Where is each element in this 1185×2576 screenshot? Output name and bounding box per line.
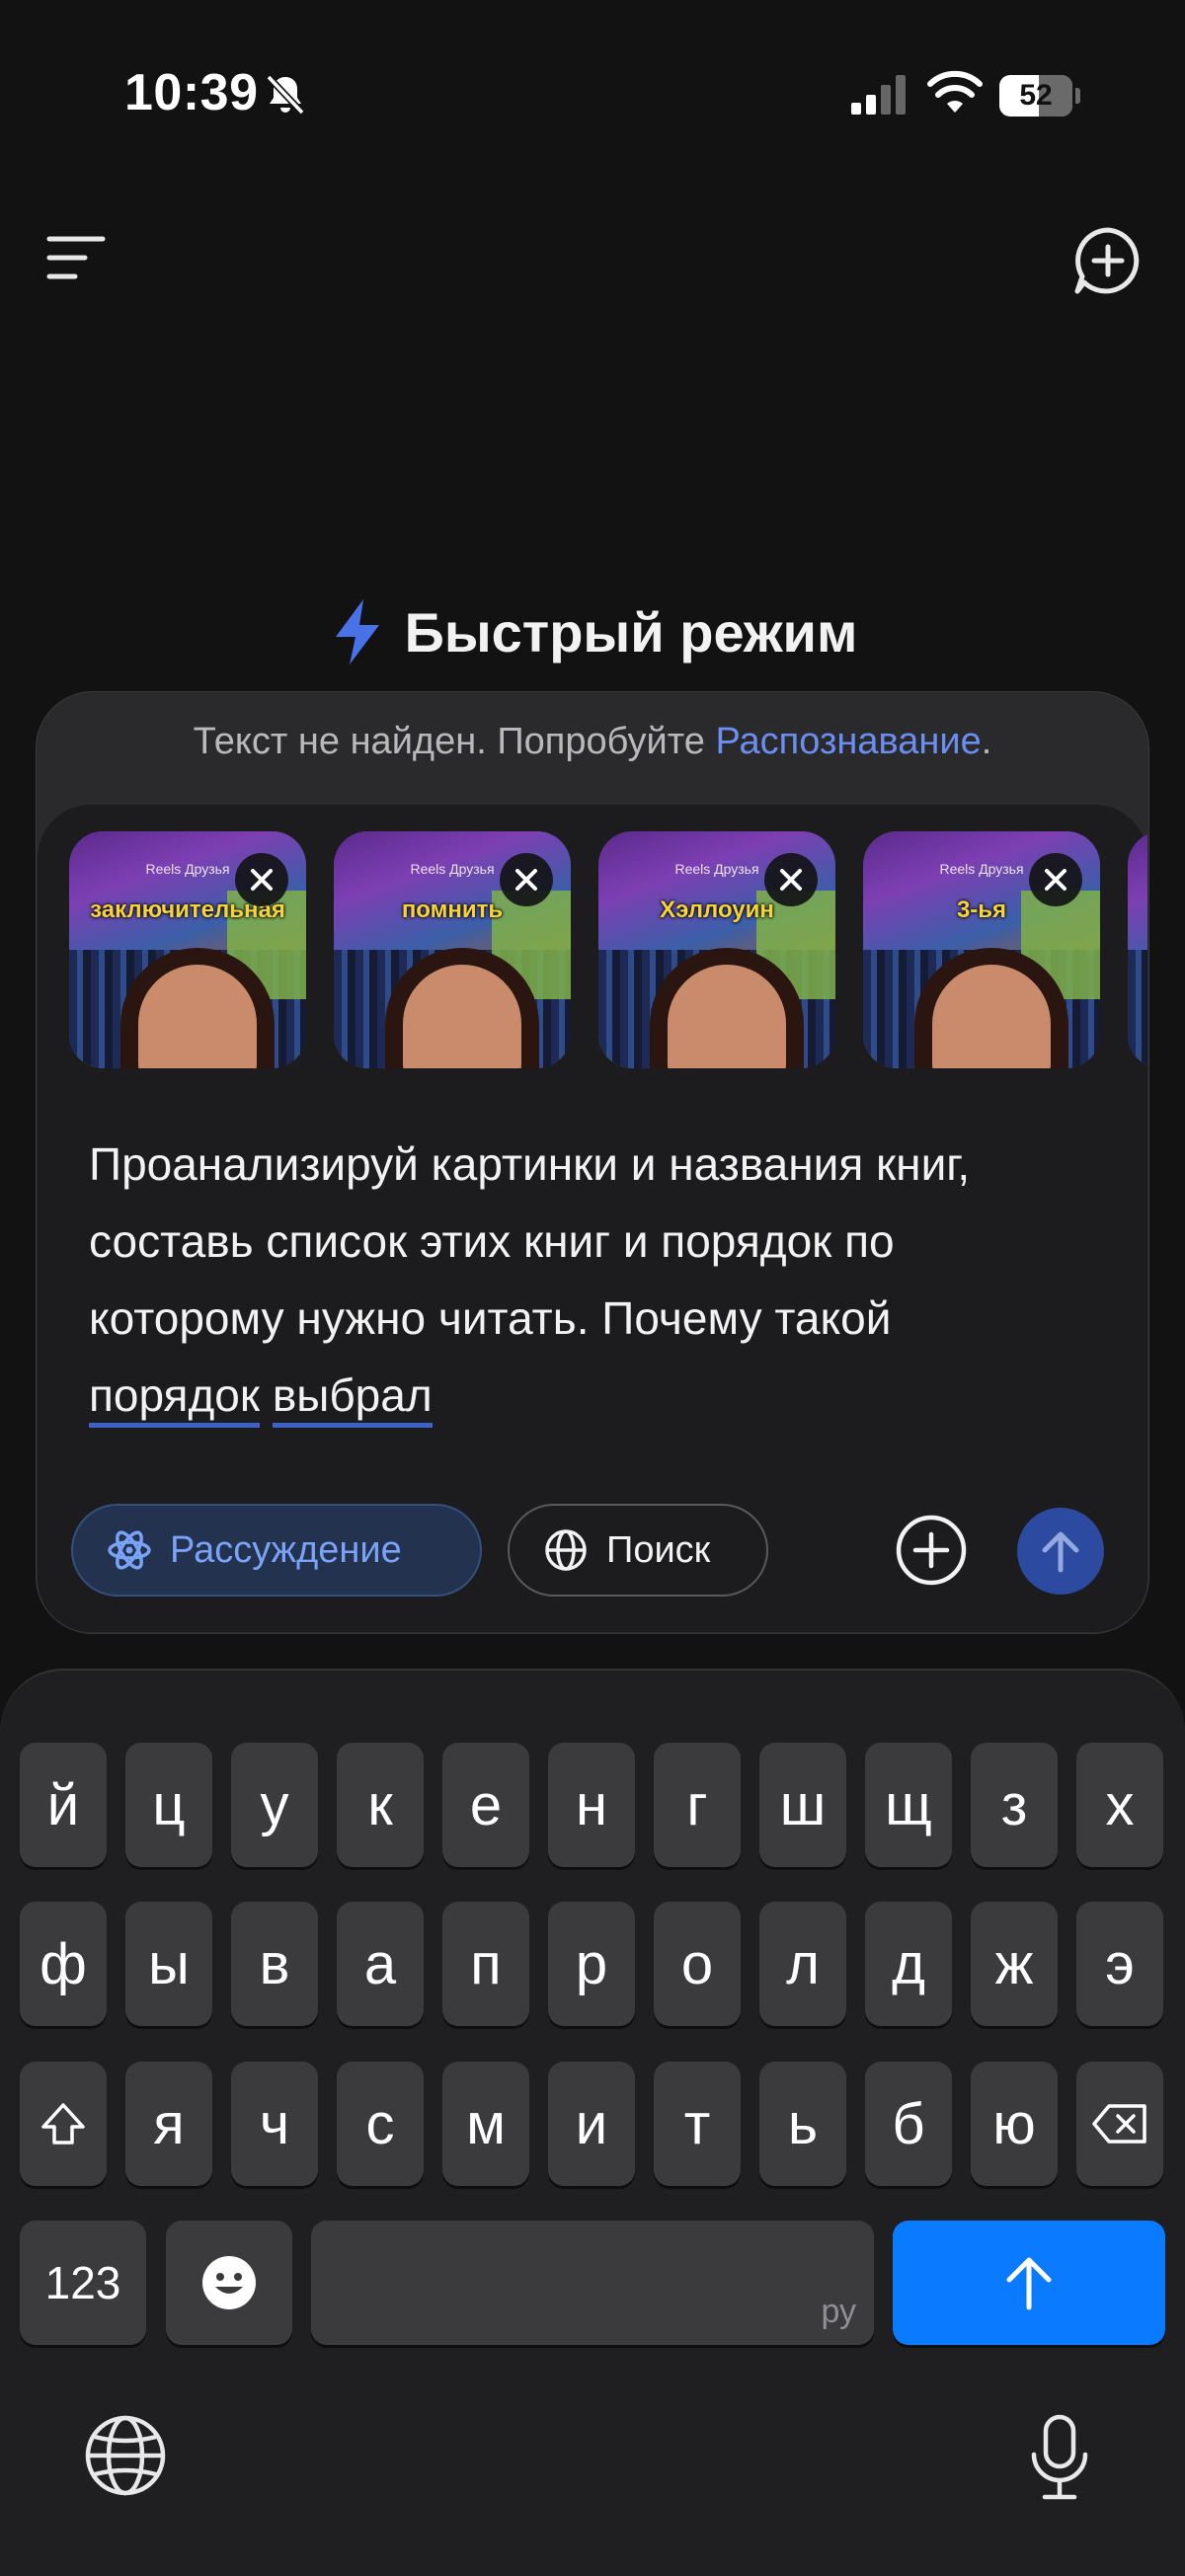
key[interactable]: п [442, 1902, 529, 2026]
spellcheck-word[interactable]: выбрал [272, 1369, 433, 1428]
emoji-icon [202, 2256, 256, 2309]
app-screen: 10:39 52 Быстрый режим Текст не найден. … [0, 0, 1185, 2576]
attachment-thumbnail[interactable]: Reels Друзья 3-ья [863, 831, 1100, 1068]
atom-icon [108, 1530, 151, 1570]
wifi-icon [927, 70, 983, 113]
menu-icon[interactable] [45, 233, 109, 282]
remove-attachment-button[interactable] [764, 853, 818, 906]
add-attachment-icon[interactable] [895, 1514, 968, 1587]
arrow-up-icon [1006, 2257, 1052, 2310]
remove-attachment-button[interactable] [235, 853, 288, 906]
numbers-key[interactable]: 123 [20, 2221, 146, 2345]
status-time: 10:39 [124, 64, 259, 121]
send-button[interactable] [1017, 1508, 1104, 1595]
key[interactable]: с [337, 2062, 424, 2186]
close-icon [515, 869, 537, 891]
globe-icon[interactable] [83, 2413, 168, 2498]
remove-attachment-button[interactable] [500, 853, 553, 906]
key[interactable]: ф [20, 1902, 107, 2026]
key[interactable]: н [548, 1743, 635, 1867]
key[interactable]: и [548, 2062, 635, 2186]
key[interactable]: у [231, 1743, 318, 1867]
battery-icon: 52 [999, 75, 1080, 117]
lightning-icon [335, 599, 379, 664]
return-key[interactable] [893, 2221, 1165, 2345]
key[interactable]: я [125, 2062, 212, 2186]
new-chat-icon[interactable] [1072, 225, 1144, 296]
key[interactable]: з [971, 1743, 1058, 1867]
key[interactable]: х [1076, 1743, 1163, 1867]
notice-end: . [981, 721, 992, 762]
cellular-signal-icon [851, 75, 906, 115]
key[interactable]: р [548, 1902, 635, 2026]
key[interactable]: г [654, 1743, 741, 1867]
key[interactable]: в [231, 1902, 318, 2026]
key[interactable]: б [865, 2062, 952, 2186]
bell-muted-icon [266, 74, 305, 116]
microphone-icon[interactable] [1027, 2413, 1092, 2502]
globe-icon [545, 1529, 587, 1571]
key[interactable]: м [442, 2062, 529, 2186]
prompt-line: Проанализируй картинки и названия книг, [89, 1138, 971, 1190]
key[interactable]: к [337, 1743, 424, 1867]
key[interactable]: э [1076, 1902, 1163, 2026]
arrow-up-icon [1042, 1531, 1079, 1573]
remove-attachment-button[interactable] [1029, 853, 1082, 906]
search-label: Поиск [606, 1528, 711, 1571]
backspace-key[interactable] [1076, 2062, 1163, 2186]
prompt-line: составь список этих книг и порядок по [89, 1215, 895, 1267]
key[interactable]: й [20, 1743, 107, 1867]
battery-level: 52 [1019, 79, 1053, 112]
recognition-link[interactable]: Распознавание [715, 721, 981, 762]
attachment-thumbnail-partial[interactable] [1128, 831, 1147, 1068]
attachment-thumbnail[interactable]: Reels Друзья помнить [334, 831, 571, 1068]
spellcheck-word[interactable]: порядок [89, 1369, 261, 1428]
search-toggle[interactable]: Поиск [508, 1504, 768, 1597]
key[interactable]: т [654, 2062, 741, 2186]
keyboard-language: ру [821, 2293, 856, 2330]
prompt-line: которому нужно читать. Почему такой [89, 1292, 892, 1344]
notice-text: Текст не найден. Попробуйте [193, 721, 716, 762]
key[interactable]: щ [865, 1743, 952, 1867]
close-icon [251, 869, 273, 891]
key[interactable]: ю [971, 2062, 1058, 2186]
key[interactable]: ш [759, 1743, 846, 1867]
attachment-thumbnail[interactable]: Reels Друзья заключительная [69, 831, 306, 1068]
attachment-thumbnail[interactable]: Reels Друзья Хэллоуин [598, 831, 835, 1068]
close-icon [1045, 869, 1066, 891]
reasoning-label: Рассуждение [170, 1528, 402, 1571]
shift-key[interactable] [20, 2062, 107, 2186]
space-key[interactable]: ру [311, 2221, 874, 2345]
key[interactable]: е [442, 1743, 529, 1867]
prompt-line: порядок выбрал [89, 1357, 1116, 1434]
key[interactable]: ч [231, 2062, 318, 2186]
attachments-strip[interactable]: Reels Друзья заключительная Reels Друзья… [69, 831, 1147, 1068]
key[interactable]: а [337, 1902, 424, 2026]
emoji-key[interactable] [166, 2221, 292, 2345]
key[interactable]: ы [125, 1902, 212, 2026]
shift-icon [41, 2103, 85, 2145]
close-icon [780, 869, 802, 891]
key[interactable]: л [759, 1902, 846, 2026]
prompt-input[interactable]: Проанализируй картинки и названия книг, … [89, 1126, 1116, 1434]
key[interactable]: о [654, 1902, 741, 2026]
key[interactable]: ж [971, 1902, 1058, 2026]
mode-header[interactable]: Быстрый режим [0, 592, 1185, 671]
key[interactable]: ь [759, 2062, 846, 2186]
reasoning-toggle[interactable]: Рассуждение [71, 1504, 482, 1597]
ocr-notice: Текст не найден. Попробуйте Распознавани… [0, 721, 1185, 763]
backspace-icon [1092, 2104, 1146, 2144]
key[interactable]: д [865, 1902, 952, 2026]
key[interactable]: ц [125, 1743, 212, 1867]
mode-title: Быстрый режим [404, 600, 858, 664]
